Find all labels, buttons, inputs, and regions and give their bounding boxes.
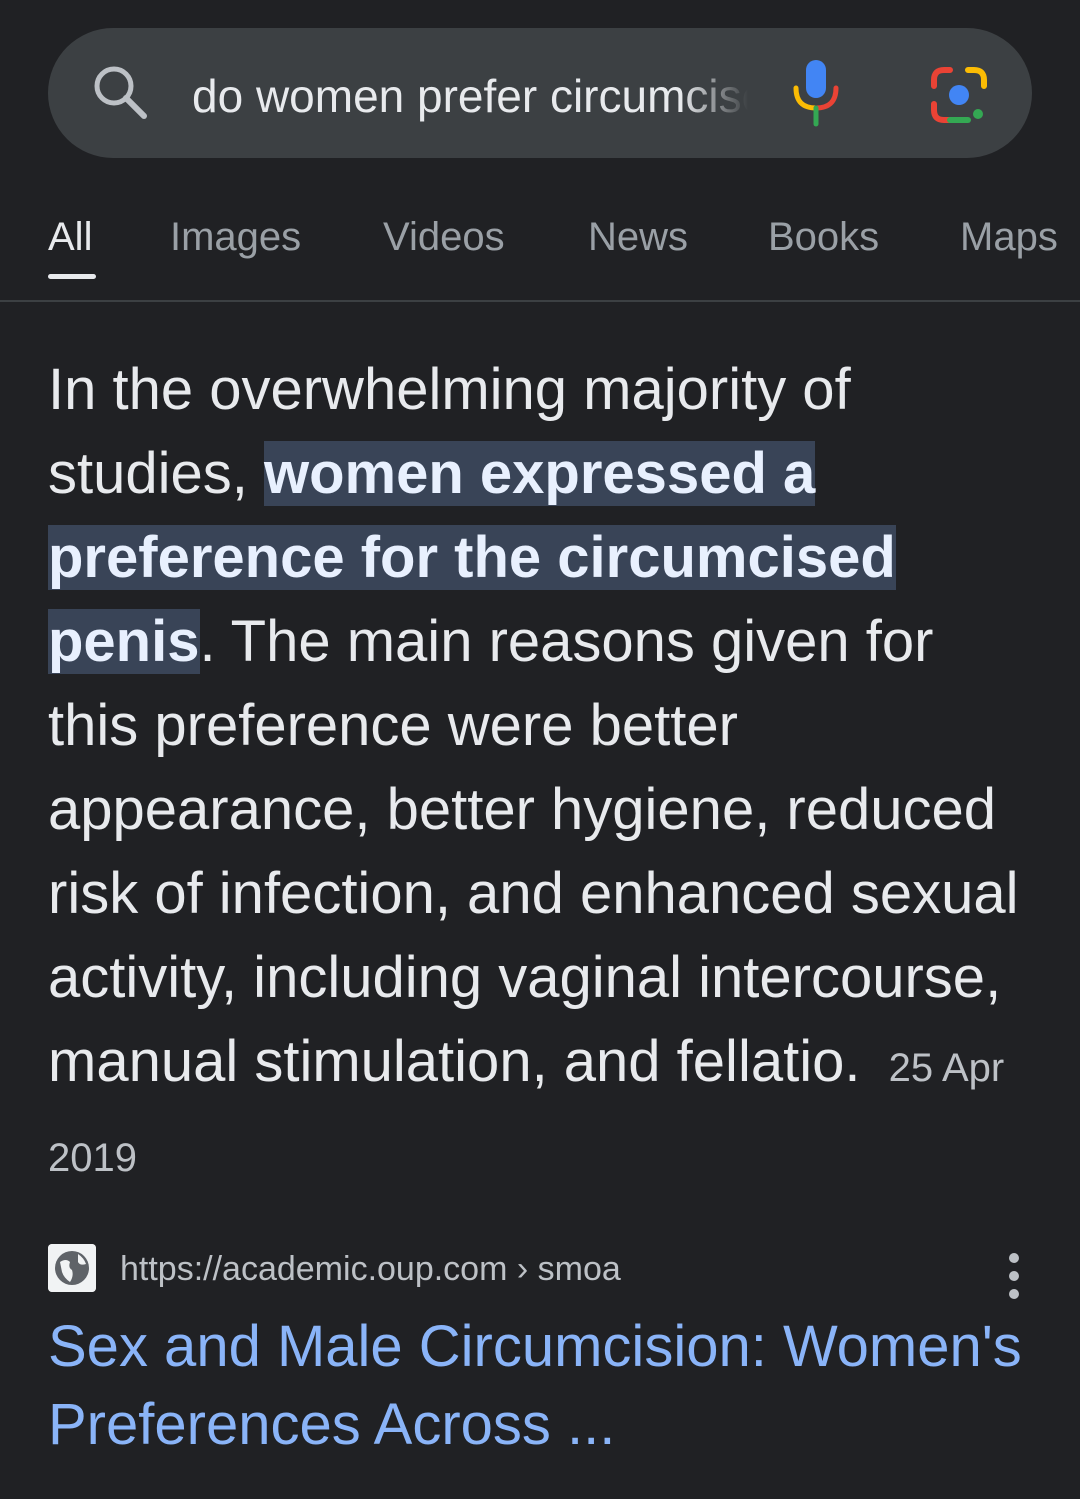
tab-videos[interactable]: Videos: [383, 212, 505, 262]
search-tabs: All Images Videos News Books Maps: [0, 190, 1080, 302]
featured-snippet: In the overwhelming majority of studies,…: [48, 348, 1038, 1200]
google-lens-icon[interactable]: [928, 64, 990, 126]
search-icon[interactable]: [90, 62, 150, 122]
globe-icon: [48, 1244, 96, 1292]
tab-news[interactable]: News: [588, 212, 688, 262]
active-tab-indicator: [48, 274, 96, 279]
more-vertical-icon[interactable]: [992, 1250, 1036, 1304]
result-url[interactable]: https://academic.oup.com › smoa: [120, 1246, 621, 1292]
tab-maps[interactable]: Maps: [960, 212, 1058, 262]
tab-all[interactable]: All: [48, 212, 92, 262]
microphone-icon[interactable]: [790, 58, 842, 128]
tab-images[interactable]: Images: [170, 212, 301, 262]
tab-books[interactable]: Books: [768, 212, 879, 262]
snippet-text-after: . The main reasons given for this prefer…: [48, 609, 1019, 1094]
result-title-link[interactable]: Sex and Male Circumcision: Women's Prefe…: [48, 1308, 1038, 1464]
search-input[interactable]: [192, 64, 748, 128]
